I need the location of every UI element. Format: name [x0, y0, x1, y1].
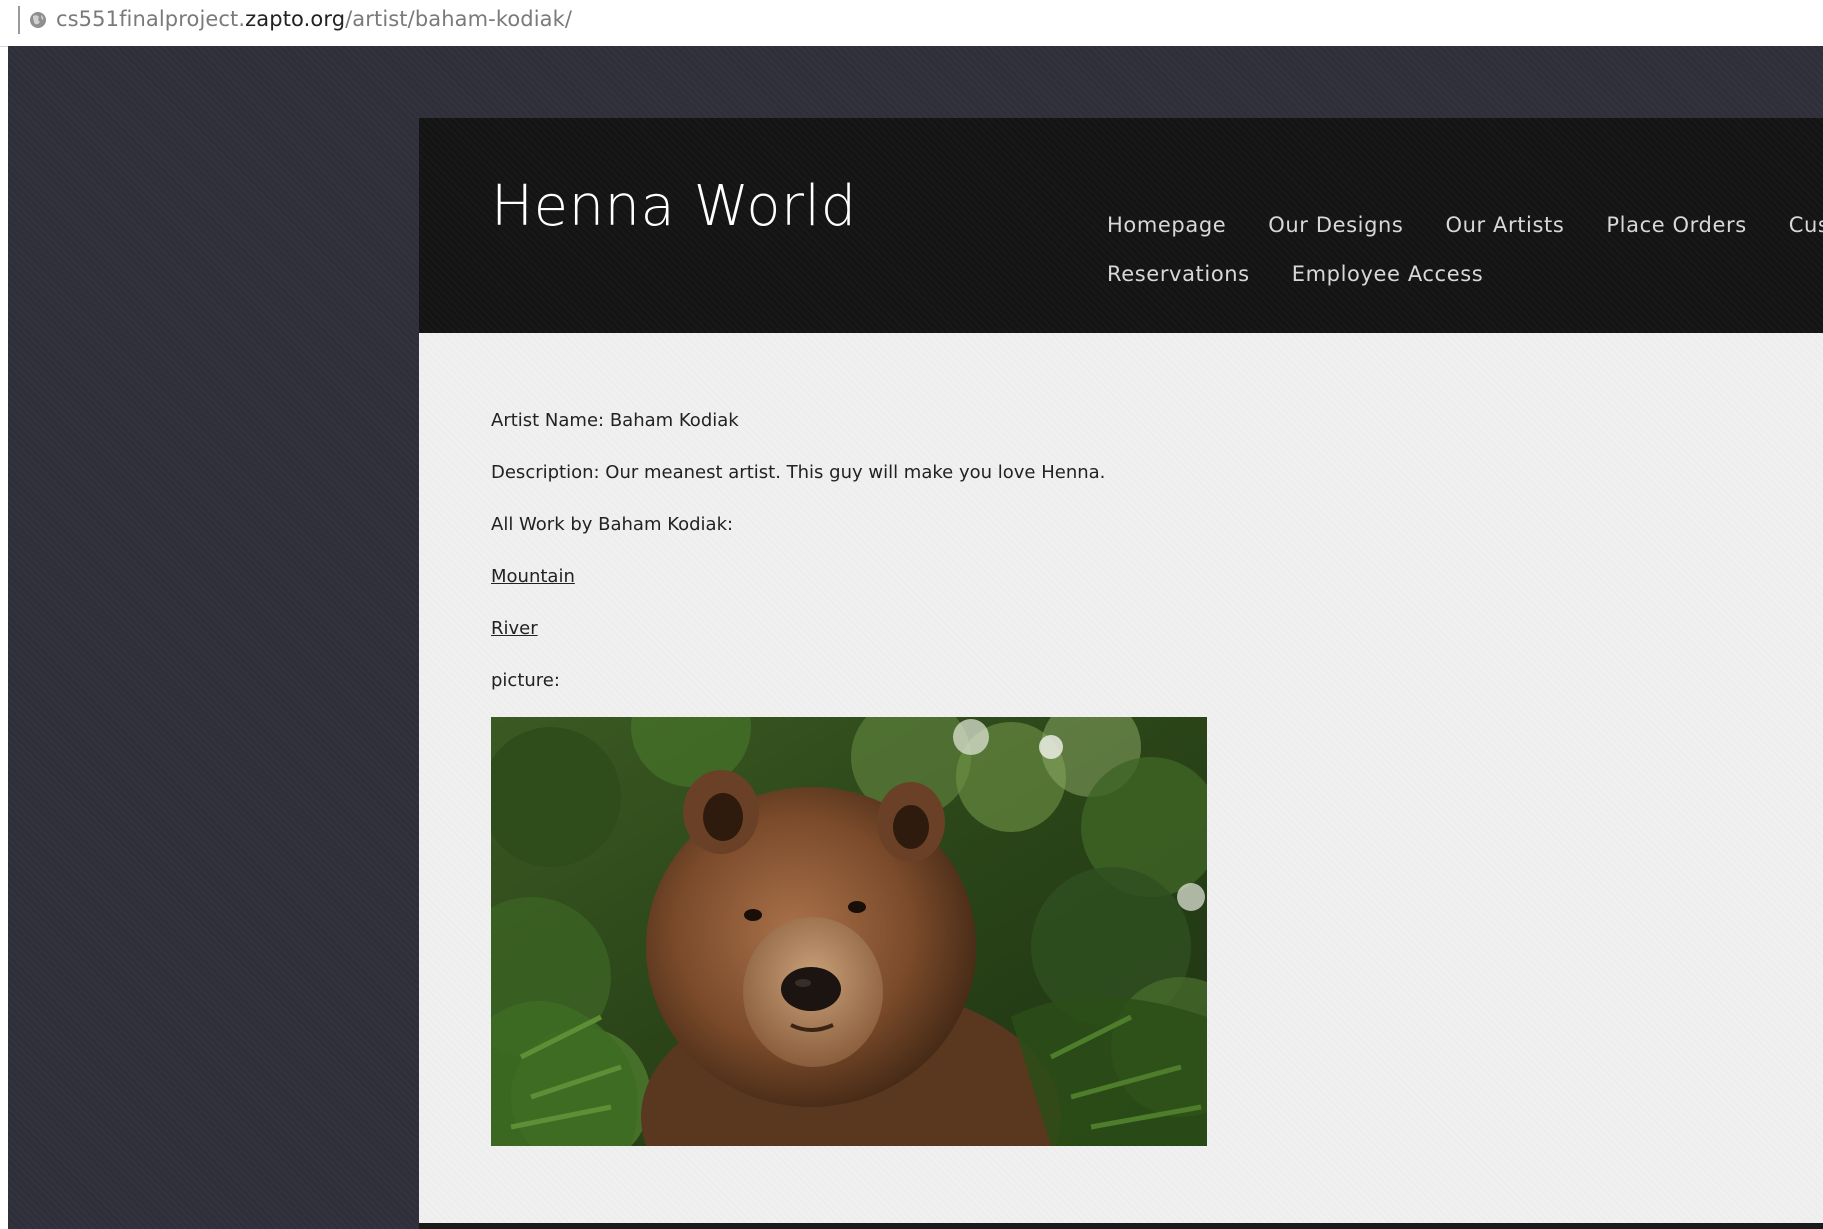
artist-name: Artist Name: Baham Kodiak — [491, 410, 739, 431]
artist-details: Artist Name: Baham Kodiak Description: O… — [491, 409, 1105, 721]
nav-item-our-artists[interactable]: Our Artists — [1445, 213, 1564, 237]
artist-picture — [491, 717, 1207, 1146]
work-link-mountain[interactable]: Mountain — [491, 566, 575, 587]
nav-row-1: Homepage Our Designs Our Artists Place Orde… — [1107, 213, 1823, 262]
artist-description: Description: Our meanest artist. This gu… — [491, 462, 1106, 483]
nav-item-custo[interactable]: Custo — [1789, 213, 1823, 237]
site-title[interactable]: Henna World — [491, 174, 857, 239]
address-bar[interactable]: cs551finalproject.zapto.org/artist/baham… — [0, 0, 1823, 47]
globe-icon — [28, 10, 48, 30]
work-item: River — [491, 617, 1105, 641]
work-item: Mountain — [491, 565, 1105, 589]
nav-item-reservations[interactable]: Reservations — [1107, 262, 1250, 286]
url-text[interactable]: cs551finalproject.zapto.org/artist/baham… — [56, 7, 572, 31]
url-path: /artist/baham-kodiak/ — [345, 7, 573, 31]
nav-item-homepage[interactable]: Homepage — [1107, 213, 1226, 237]
address-bar-edge — [18, 6, 20, 34]
main-nav: Homepage Our Designs Our Artists Place Orde… — [1107, 213, 1823, 311]
picture-label: picture: — [491, 670, 560, 691]
bear-image — [491, 717, 1207, 1146]
site-header: Henna World Homepage Our Designs Our Artis… — [419, 118, 1823, 333]
nav-item-place-orders[interactable]: Place Orders — [1606, 213, 1746, 237]
nav-row-2: Reservations Employee Access — [1107, 262, 1823, 311]
work-link-river[interactable]: River — [491, 618, 538, 639]
content-panel: Artist Name: Baham Kodiak Description: O… — [419, 333, 1823, 1223]
nav-item-employee-access[interactable]: Employee Access — [1292, 262, 1484, 286]
url-host: zapto.org — [245, 7, 346, 31]
url-prefix: cs551finalproject. — [56, 7, 246, 31]
works-heading: All Work by Baham Kodiak: — [491, 514, 734, 535]
page-bottom-edge — [419, 1223, 1823, 1229]
nav-item-our-designs[interactable]: Our Designs — [1268, 213, 1403, 237]
